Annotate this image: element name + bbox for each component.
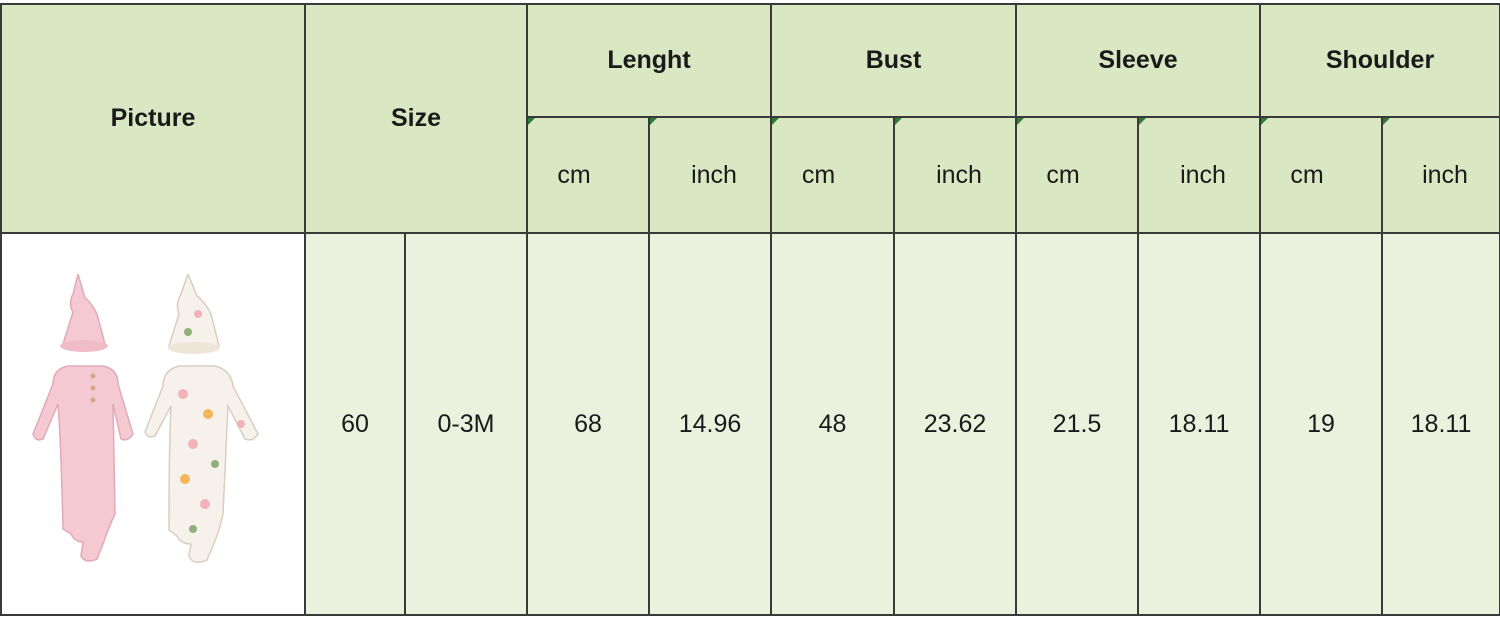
bust-cm-header: cm	[770, 116, 896, 234]
size-num-cell: 60	[304, 232, 406, 616]
header-picture: Picture	[0, 3, 306, 234]
header-size: Size	[304, 3, 528, 234]
length-cm-cell: 68	[526, 232, 650, 616]
unit-label: cm	[1290, 160, 1324, 189]
floral-gown-icon	[144, 274, 259, 563]
header-shoulder: Shoulder	[1259, 3, 1500, 118]
unit-label: inch	[1422, 160, 1468, 189]
shoulder-cm-header: cm	[1259, 116, 1384, 234]
pink-gown-icon	[32, 274, 134, 562]
bust-inch-header: inch	[893, 116, 1018, 234]
unit-label: inch	[936, 160, 982, 189]
header-bust: Bust	[770, 3, 1018, 118]
unit-label: inch	[1180, 160, 1226, 189]
shoulder-cm-cell: 19	[1259, 232, 1384, 616]
sleeve-cm-header: cm	[1015, 116, 1140, 234]
sleeve-inch-header: inch	[1137, 116, 1262, 234]
sleeve-inch-cell: 18.11	[1137, 232, 1262, 616]
unit-label: inch	[691, 160, 737, 189]
length-inch-cell: 14.96	[647, 232, 773, 616]
baby-gowns-image	[32, 274, 259, 563]
length-cm-header: cm	[526, 116, 650, 234]
bust-cm-cell: 48	[770, 232, 896, 616]
size-chart-table: Picture Size Lenght Bust Sleeve Shoulder…	[0, 3, 1500, 616]
table-row: 60 0-3M 68 14.96 48 23.62 21.5 18.11 19 …	[0, 232, 1500, 616]
length-inch-header: inch	[647, 116, 773, 234]
unit-label: cm	[801, 160, 836, 189]
header-sleeve: Sleeve	[1015, 3, 1262, 118]
product-picture-cell	[0, 232, 306, 616]
shoulder-inch-header: inch	[1381, 116, 1500, 234]
bust-inch-cell: 23.62	[893, 232, 1018, 616]
size-age-cell: 0-3M	[404, 232, 528, 616]
unit-label: cm	[1046, 160, 1080, 189]
sleeve-cm-cell: 21.5	[1015, 232, 1140, 616]
header-length: Lenght	[525, 3, 773, 118]
shoulder-inch-cell: 18.11	[1381, 232, 1500, 616]
unit-label: cm	[557, 160, 591, 189]
